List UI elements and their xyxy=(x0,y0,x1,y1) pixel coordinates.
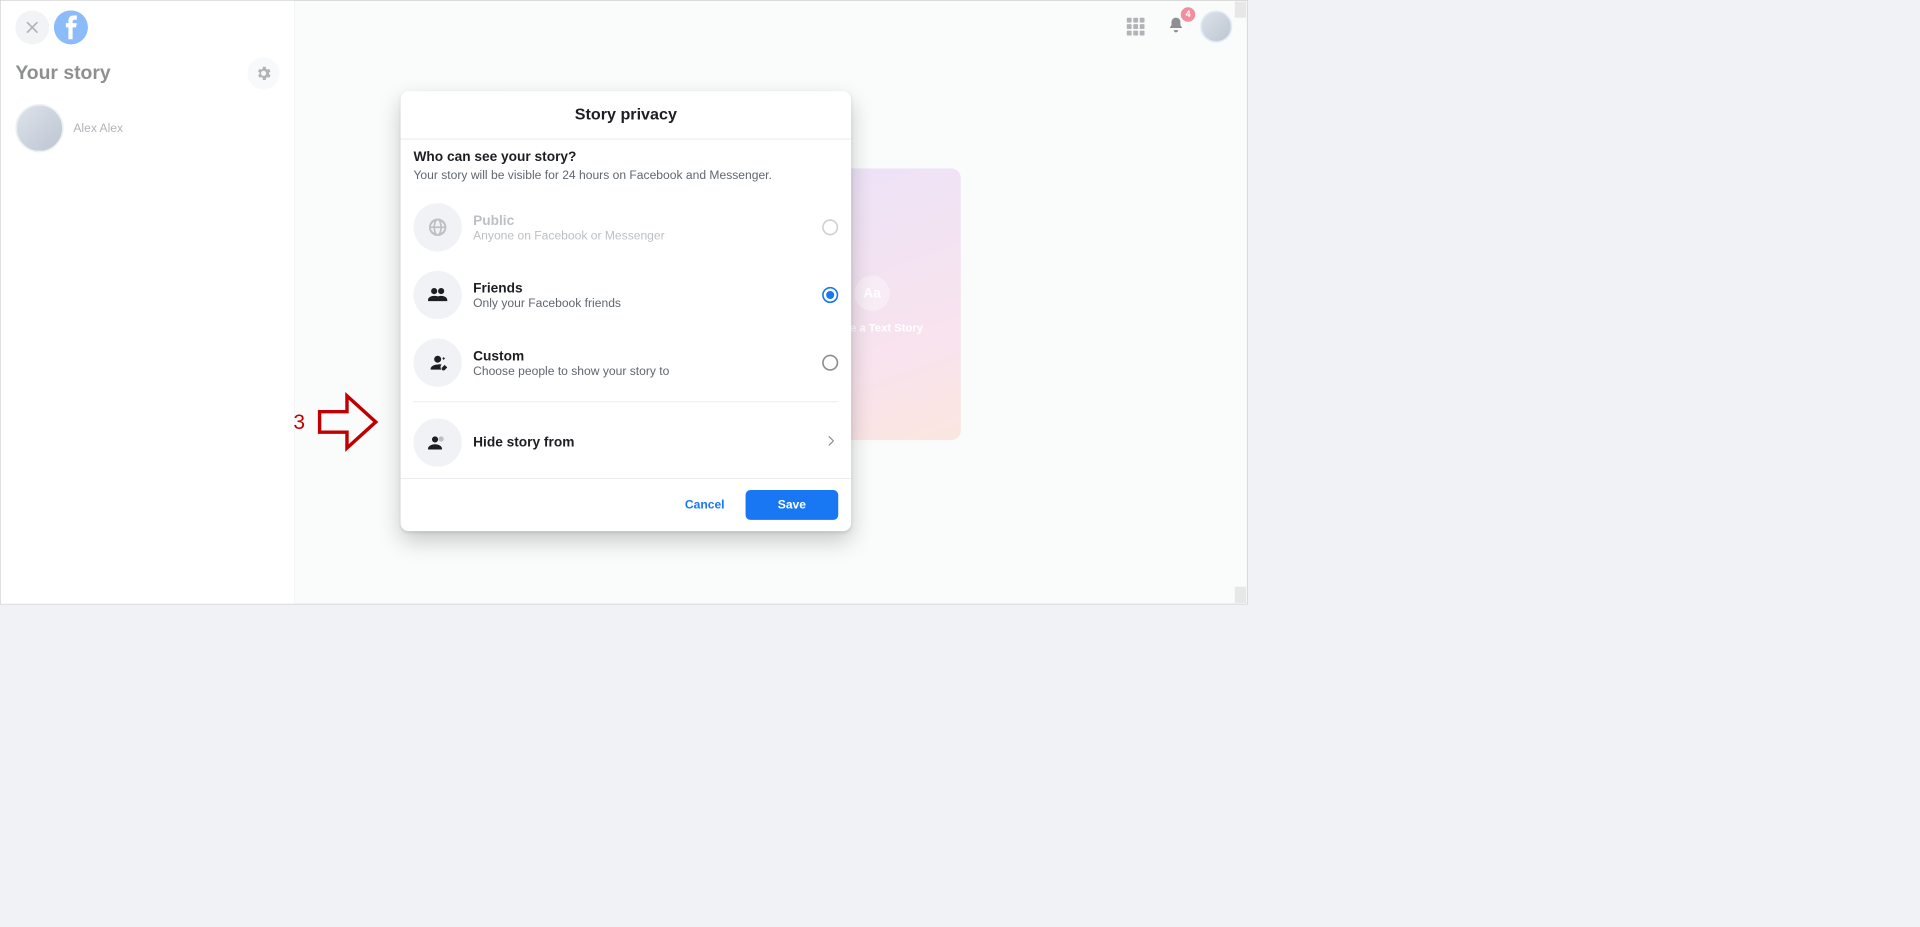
option-title: Friends xyxy=(473,280,811,296)
annotation-number: 3 xyxy=(293,409,305,434)
radio-custom[interactable] xyxy=(822,355,838,371)
custom-icon xyxy=(413,339,461,387)
radio-public[interactable] xyxy=(822,219,838,235)
cancel-button[interactable]: Cancel xyxy=(670,490,739,520)
option-title: Custom xyxy=(473,348,811,364)
friends-icon xyxy=(413,271,461,319)
modal-title: Story privacy xyxy=(401,91,852,139)
globe-icon xyxy=(413,203,461,251)
hide-story-from[interactable]: Hide story from xyxy=(413,407,838,478)
hide-icon xyxy=(413,418,461,466)
option-friends[interactable]: Friends Only your Facebook friends xyxy=(413,261,838,329)
save-button[interactable]: Save xyxy=(746,490,839,520)
option-sub: Only your Facebook friends xyxy=(473,296,811,310)
radio-friends[interactable] xyxy=(822,287,838,303)
option-sub: Anyone on Facebook or Messenger xyxy=(473,229,811,243)
chevron-right-icon xyxy=(824,433,839,452)
option-custom[interactable]: Custom Choose people to show your story … xyxy=(413,329,838,397)
modal-question: Who can see your story? xyxy=(413,149,838,165)
arrow-right-icon xyxy=(313,388,382,457)
annotation-step-3: 3 xyxy=(293,388,381,457)
option-title: Public xyxy=(473,212,811,228)
modal-subtext: Your story will be visible for 24 hours … xyxy=(413,168,838,182)
story-privacy-modal: Story privacy Who can see your story? Yo… xyxy=(401,91,852,531)
divider xyxy=(413,401,838,402)
hide-label: Hide story from xyxy=(473,434,812,450)
option-sub: Choose people to show your story to xyxy=(473,364,811,378)
option-public[interactable]: Public Anyone on Facebook or Messenger xyxy=(413,193,838,261)
